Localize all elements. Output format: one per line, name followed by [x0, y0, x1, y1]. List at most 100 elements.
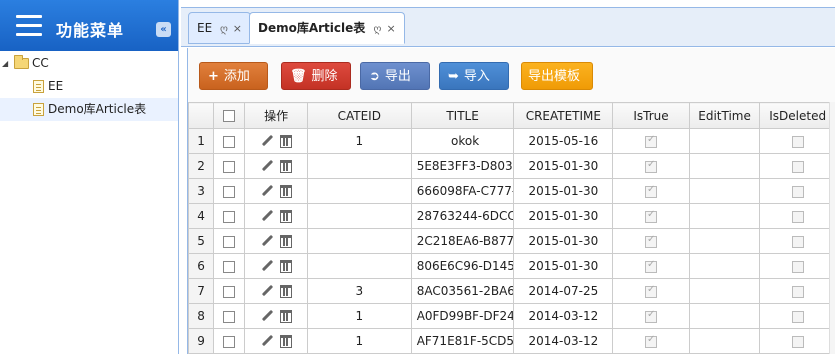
- tree-node-cc[interactable]: ◢ CC: [0, 52, 178, 75]
- delete-trash-icon[interactable]: [280, 334, 293, 348]
- column-header-istrue[interactable]: IsTrue: [612, 102, 690, 129]
- edit-pencil-icon[interactable]: [260, 259, 274, 273]
- plus-icon: +: [208, 69, 219, 84]
- row-checkbox[interactable]: [223, 135, 236, 148]
- cell-edittime: [688, 328, 761, 354]
- grid-scrollbar[interactable]: [829, 102, 835, 354]
- close-icon[interactable]: ×: [233, 22, 242, 35]
- tab-ee[interactable]: EE ღ ×: [188, 12, 251, 44]
- edit-pencil-icon[interactable]: [260, 209, 274, 223]
- row-checkbox[interactable]: [223, 235, 236, 248]
- column-header-isdeleted[interactable]: IsDeleted: [759, 102, 835, 129]
- cell-edittime: [688, 303, 761, 329]
- tree-node-ee[interactable]: EE: [0, 75, 178, 98]
- table-row[interactable]: 8 1 A0FD99BF-DF24- 2014-03-12: [187, 303, 835, 329]
- rownum-header: [187, 102, 215, 129]
- table-row[interactable]: 7 3 8AC03561-2BA6- 2014-07-25: [187, 278, 835, 304]
- row-checkbox[interactable]: [223, 160, 236, 173]
- column-header-createtime[interactable]: CREATETIME: [513, 102, 614, 129]
- table-row[interactable]: 9 1 AF71E81F-5CD5- 2014-03-12: [187, 328, 835, 354]
- edit-pencil-icon[interactable]: [260, 159, 274, 173]
- istrue-checkbox: [645, 234, 657, 248]
- table-row[interactable]: 3 666098FA-C777-4 2015-01-30: [187, 178, 835, 204]
- cell-istrue: [612, 178, 690, 204]
- row-checkbox[interactable]: [223, 285, 236, 298]
- tab-content: + 添加 🗑 删除 ➲ 导出 ➥ 导入 导出模板 操作 CATEID TITLE…: [187, 48, 835, 354]
- cell-cateid: [306, 203, 412, 229]
- delete-trash-icon[interactable]: [280, 159, 293, 173]
- row-number: 6: [187, 253, 215, 279]
- delete-trash-icon[interactable]: [280, 309, 293, 323]
- row-select-cell: [213, 253, 246, 279]
- edit-pencil-icon[interactable]: [260, 234, 274, 248]
- table-row[interactable]: 5 2C218EA6-B877- 2015-01-30: [187, 228, 835, 254]
- edit-pencil-icon[interactable]: [260, 334, 274, 348]
- delete-trash-icon[interactable]: [280, 134, 293, 148]
- select-all-checkbox[interactable]: [223, 110, 236, 122]
- delete-trash-icon[interactable]: [280, 234, 293, 248]
- isdeleted-checkbox: [791, 135, 804, 148]
- cell-isdeleted: [759, 228, 835, 254]
- table-row[interactable]: 1 1 okok 2015-05-16: [187, 128, 835, 154]
- close-icon[interactable]: ×: [387, 22, 396, 35]
- edit-pencil-icon[interactable]: [260, 309, 274, 323]
- cell-title: 8AC03561-2BA6-: [410, 278, 515, 304]
- tree-node-label: CC: [32, 56, 49, 70]
- export-template-button[interactable]: 导出模板: [521, 62, 593, 90]
- tree-node-demo-article[interactable]: Demo库Article表: [0, 98, 178, 121]
- column-header-edittime[interactable]: EditTime: [688, 102, 761, 129]
- cell-isdeleted: [759, 153, 835, 179]
- cell-cateid: 1: [306, 328, 412, 354]
- cell-isdeleted: [759, 203, 835, 229]
- tree-expand-toggle-icon[interactable]: ◢: [2, 52, 8, 75]
- column-header-actions[interactable]: 操作: [244, 102, 308, 129]
- delete-trash-icon[interactable]: [280, 259, 293, 273]
- edit-pencil-icon[interactable]: [260, 134, 274, 148]
- row-checkbox[interactable]: [223, 260, 236, 273]
- cell-title: 666098FA-C777-4: [410, 178, 515, 204]
- table-row[interactable]: 6 806E6C96-D145- 2015-01-30: [187, 253, 835, 279]
- add-button[interactable]: + 添加: [199, 62, 268, 90]
- toolbar: + 添加 🗑 删除 ➲ 导出 ➥ 导入 导出模板: [188, 48, 835, 102]
- delete-button[interactable]: 🗑 删除: [281, 62, 351, 90]
- row-checkbox[interactable]: [223, 310, 236, 323]
- row-number: 4: [187, 203, 215, 229]
- menu-tree: ◢ CC EE Demo库Article表: [0, 51, 178, 121]
- table-row[interactable]: 2 5E8E3FF3-D803-4 2015-01-30: [187, 153, 835, 179]
- row-checkbox[interactable]: [223, 335, 236, 348]
- collapse-panel-button[interactable]: «: [156, 22, 171, 37]
- import-button[interactable]: ➥ 导入: [439, 62, 509, 90]
- trash-icon: 🗑: [290, 69, 307, 84]
- delete-trash-icon[interactable]: [280, 284, 293, 298]
- refresh-icon[interactable]: ღ: [220, 24, 228, 35]
- delete-trash-icon[interactable]: [280, 184, 293, 198]
- row-select-cell: [213, 303, 246, 329]
- row-checkbox[interactable]: [223, 185, 236, 198]
- cell-createtime: 2015-05-16: [513, 128, 614, 154]
- select-all-header: [213, 102, 246, 129]
- row-checkbox[interactable]: [223, 210, 236, 223]
- delete-trash-icon[interactable]: [280, 209, 293, 223]
- tree-node-label: EE: [48, 79, 64, 93]
- istrue-checkbox: [645, 284, 657, 298]
- tab-demo-article[interactable]: Demo库Article表 ღ ×: [249, 12, 405, 44]
- cell-istrue: [612, 278, 690, 304]
- edit-pencil-icon[interactable]: [260, 184, 274, 198]
- cell-title: AF71E81F-5CD5-: [410, 328, 515, 354]
- isdeleted-checkbox: [791, 260, 804, 273]
- menu-title: 功能菜单: [56, 21, 125, 40]
- istrue-checkbox: [645, 334, 657, 348]
- istrue-checkbox: [645, 184, 657, 198]
- table-row[interactable]: 4 28763244-6DCC- 2015-01-30: [187, 203, 835, 229]
- cell-isdeleted: [759, 303, 835, 329]
- isdeleted-checkbox: [791, 235, 804, 248]
- istrue-checkbox: [645, 309, 657, 323]
- refresh-icon[interactable]: ღ: [373, 24, 381, 35]
- column-header-title[interactable]: TITLE: [410, 102, 515, 129]
- column-header-cateid[interactable]: CATEID: [306, 102, 412, 129]
- export-button[interactable]: ➲ 导出: [360, 62, 430, 90]
- cell-istrue: [612, 253, 690, 279]
- cell-createtime: 2015-01-30: [513, 228, 614, 254]
- edit-pencil-icon[interactable]: [260, 284, 274, 298]
- grid-header-row: 操作 CATEID TITLE CREATETIME IsTrue EditTi…: [187, 102, 835, 129]
